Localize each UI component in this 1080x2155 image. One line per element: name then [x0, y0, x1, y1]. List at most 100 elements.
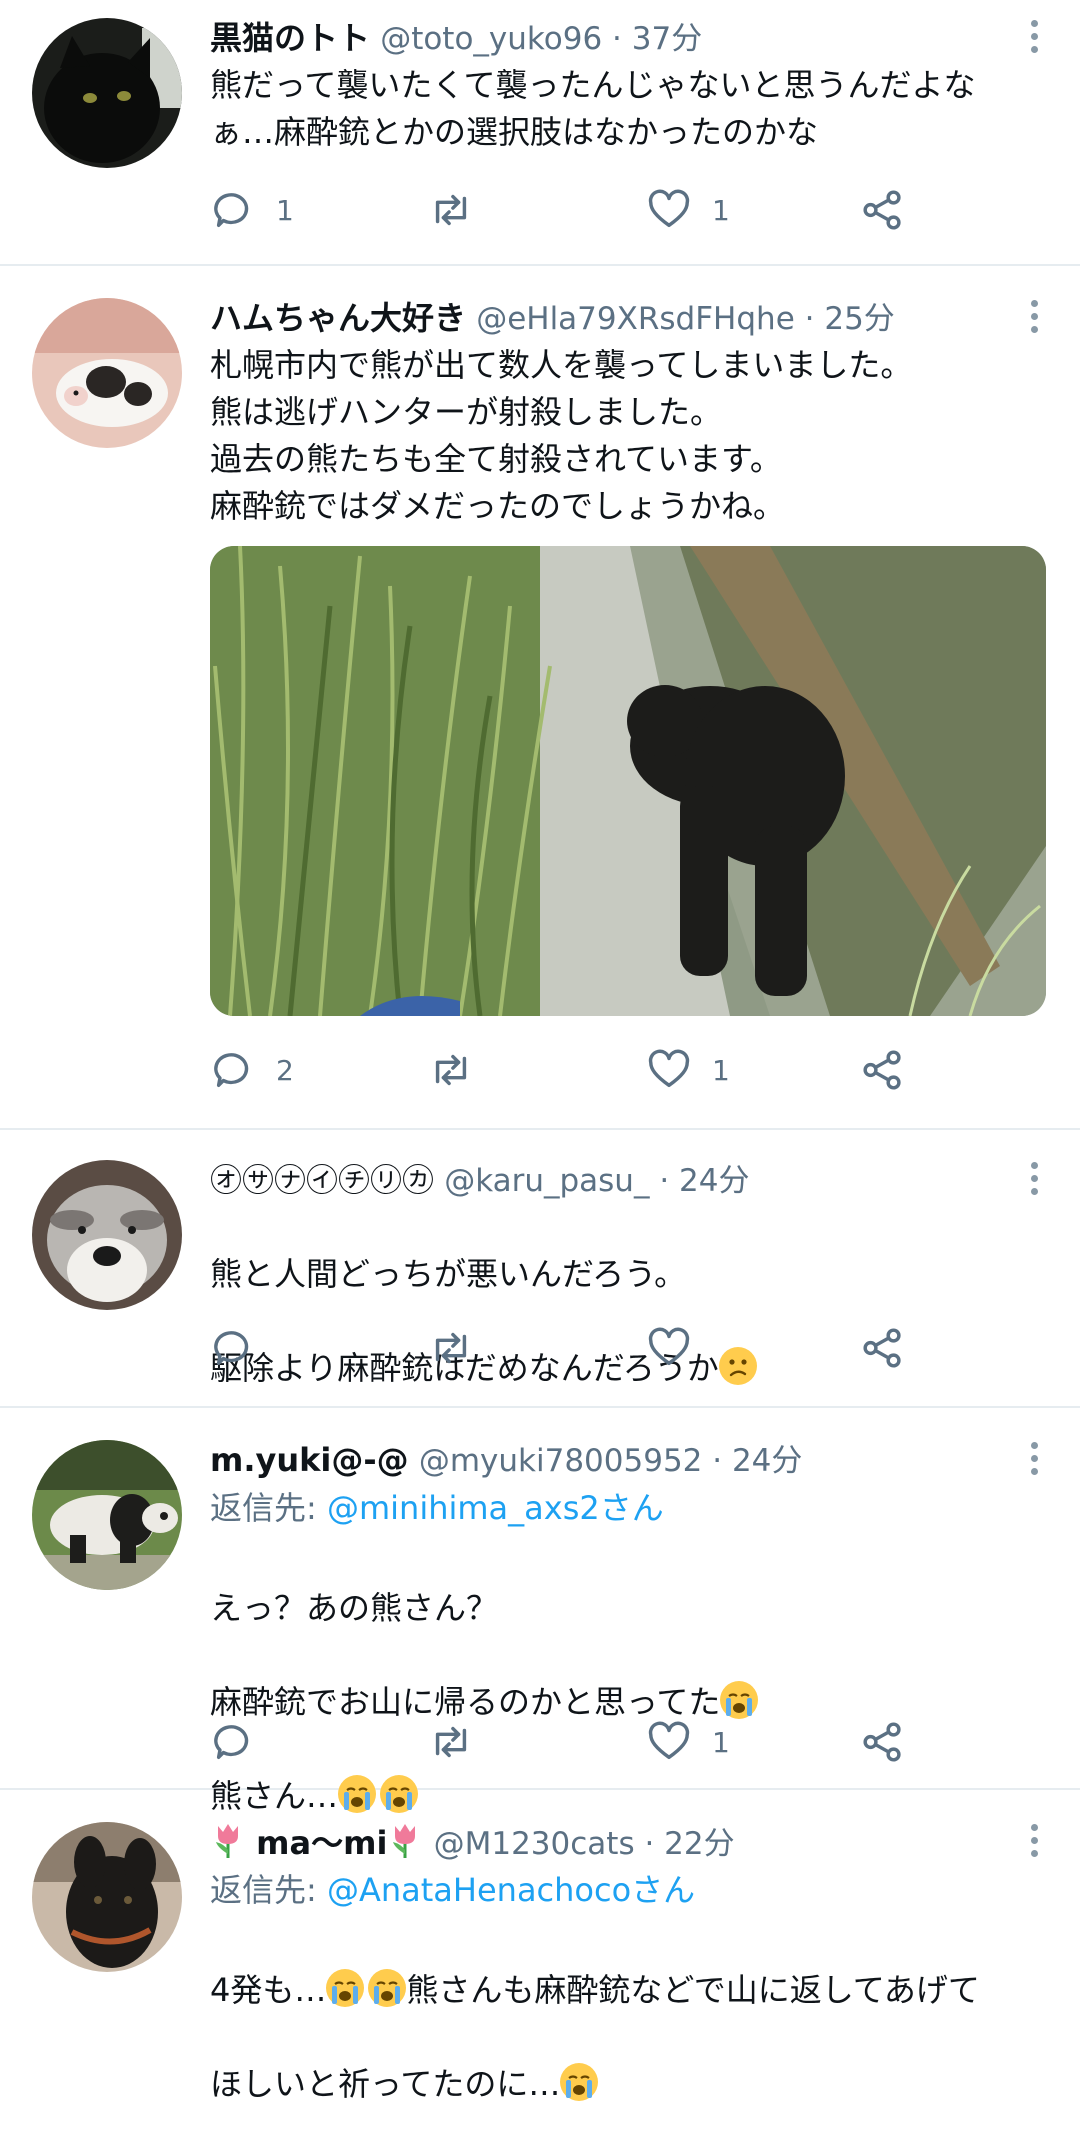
share-icon [863, 190, 901, 230]
reply-button[interactable]: 2 [210, 1040, 294, 1100]
like-button[interactable]: 1 [646, 1712, 730, 1772]
avatar-image [32, 298, 182, 448]
avatar-image [32, 18, 182, 168]
timestamp[interactable]: 25分 [824, 301, 894, 337]
crying-face-emoji-icon [560, 2063, 599, 2101]
tweet-card[interactable]: m.yuki@-@ @myuki78005952 · 24分 返信先: @min… [0, 1408, 1080, 1815]
more-vertical-icon [1030, 299, 1038, 307]
user-handle[interactable]: @myuki78005952 [419, 1443, 703, 1479]
timestamp[interactable]: 24分 [732, 1443, 802, 1479]
like-count: 1 [712, 1725, 730, 1759]
separator: · [634, 1826, 665, 1862]
retweet-icon [435, 1332, 467, 1364]
tweet-card[interactable]: ハムちゃん大好き @eHla79XRsdFHqhe · 25分 札幌市内で熊が出… [0, 266, 1080, 1130]
reply-to-line: 返信先: @minihima_axs2さん [210, 1484, 1054, 1532]
avatar-image [32, 1440, 182, 1590]
tweet-card[interactable]: 黒猫のトト @toto_yuko96 · 37分 熊だって襲いたくて襲ったんじゃ… [0, 0, 1080, 266]
user-handle[interactable]: @karu_pasu_ [444, 1163, 649, 1199]
more-vertical-icon [1030, 1161, 1038, 1169]
retweet-button[interactable] [428, 1712, 474, 1772]
share-button[interactable] [860, 180, 906, 240]
retweet-button[interactable] [428, 180, 474, 240]
avatar-image [32, 1160, 182, 1310]
more-options-button[interactable] [1014, 14, 1054, 58]
user-handle[interactable]: @M1230cats [434, 1826, 635, 1862]
tweet-header: m.yuki@-@ @myuki78005952 · 24分 [210, 1438, 1054, 1482]
more-options-button[interactable] [1014, 1818, 1054, 1862]
timestamp[interactable]: 22分 [664, 1826, 734, 1862]
separator: · [602, 21, 632, 57]
timestamp[interactable]: 37分 [632, 21, 702, 57]
like-count: 1 [712, 193, 730, 227]
heart-icon [648, 1049, 690, 1088]
retweet-button[interactable] [428, 1040, 474, 1100]
more-vertical-icon [1030, 1823, 1038, 1831]
tweet-actions [210, 1318, 910, 1378]
tweet-text-line: 熊さんも麻酔銃などで山に返してあげて [406, 1971, 980, 2009]
heart-icon [648, 189, 690, 228]
share-button[interactable] [860, 1712, 906, 1772]
tweet-header: ㋔㋚㋤㋑㋠㋷㋕ @karu_pasu_ · 24分 [210, 1158, 1054, 1202]
avatar[interactable] [32, 298, 182, 448]
like-button[interactable]: 1 [646, 180, 730, 240]
display-name[interactable]: ハムちゃん大好き [210, 299, 466, 337]
tweet-actions: 1 [210, 1712, 910, 1772]
display-name[interactable]: ma〜mi [256, 1824, 387, 1862]
bear-photo [210, 546, 1046, 1016]
display-name[interactable]: ㋔㋚㋤㋑㋠㋷㋕ [210, 1161, 434, 1199]
avatar[interactable] [32, 1822, 182, 1972]
retweet-icon [435, 1726, 467, 1758]
avatar[interactable] [32, 1160, 182, 1310]
reply-icon [214, 1331, 249, 1366]
separator: · [702, 1443, 732, 1479]
tulip-emoji-icon [210, 1820, 246, 1860]
tweet-header: ハムちゃん大好き @eHla79XRsdFHqhe · 25分 [210, 296, 1054, 340]
avatar-image [32, 1822, 182, 1972]
more-options-button[interactable] [1014, 1156, 1054, 1200]
more-vertical-icon [1030, 1441, 1038, 1449]
share-button[interactable] [860, 1318, 906, 1378]
tulip-emoji-icon [387, 1820, 423, 1860]
crying-face-emoji-icon [368, 1969, 407, 2007]
reply-count: 1 [276, 193, 294, 227]
retweet-icon [435, 1054, 467, 1086]
reply-to-line: 返信先: @AnataHenachocoさん [210, 1866, 1054, 1914]
reply-to-link[interactable]: @minihima_axs2さん [327, 1489, 664, 1527]
reply-button[interactable] [210, 1712, 276, 1772]
tweet-text-line: 4発も… [210, 1971, 327, 2009]
display-name[interactable]: 黒猫のトト [210, 19, 370, 57]
like-button[interactable] [646, 1318, 712, 1378]
tweet-header: ma〜mi @M1230cats · 22分 [210, 1820, 1054, 1864]
tweet-text: 4発も… 熊さんも麻酔銃などで山に返してあげて ほしいと祈ってたのに… [210, 1920, 1054, 2155]
user-handle[interactable]: @toto_yuko96 [380, 21, 602, 57]
tweet-header: 黒猫のトト @toto_yuko96 · 37分 [210, 16, 1054, 60]
separator: · [794, 301, 825, 337]
avatar[interactable] [32, 18, 182, 168]
retweet-button[interactable] [428, 1318, 474, 1378]
reply-icon [214, 1053, 249, 1088]
tweet-card[interactable]: ma〜mi @M1230cats · 22分 返信先: @AnataHenach… [0, 1790, 1080, 2103]
reply-button[interactable]: 1 [210, 180, 294, 240]
tweet-card[interactable]: ㋔㋚㋤㋑㋠㋷㋕ @karu_pasu_ · 24分 熊と人間どっちが悪いんだろう… [0, 1130, 1080, 1408]
timestamp[interactable]: 24分 [679, 1163, 749, 1199]
tweet-text-line: えっ？あの熊さん？ [210, 1589, 499, 1627]
share-button[interactable] [860, 1040, 906, 1100]
user-handle[interactable]: @eHla79XRsdFHqhe [476, 301, 795, 337]
display-name[interactable]: m.yuki@-@ [210, 1441, 409, 1479]
reply-button[interactable] [210, 1318, 276, 1378]
more-options-button[interactable] [1014, 294, 1054, 338]
like-count: 1 [712, 1053, 730, 1087]
reply-to-label: 返信先: [210, 1489, 327, 1527]
reply-icon [214, 1725, 249, 1760]
reply-to-label: 返信先: [210, 1871, 327, 1909]
tweet-text-line: ほしいと祈ってたのに… [210, 2065, 561, 2103]
share-icon [863, 1050, 901, 1090]
more-options-button[interactable] [1014, 1436, 1054, 1480]
like-button[interactable]: 1 [646, 1040, 730, 1100]
avatar[interactable] [32, 1440, 182, 1590]
tweet-media-image[interactable] [210, 546, 1046, 1016]
reply-icon [214, 193, 249, 228]
share-icon [863, 1328, 901, 1368]
tweet-actions: 2 1 [210, 1040, 910, 1100]
reply-to-link[interactable]: @AnataHenachocoさん [327, 1871, 695, 1909]
